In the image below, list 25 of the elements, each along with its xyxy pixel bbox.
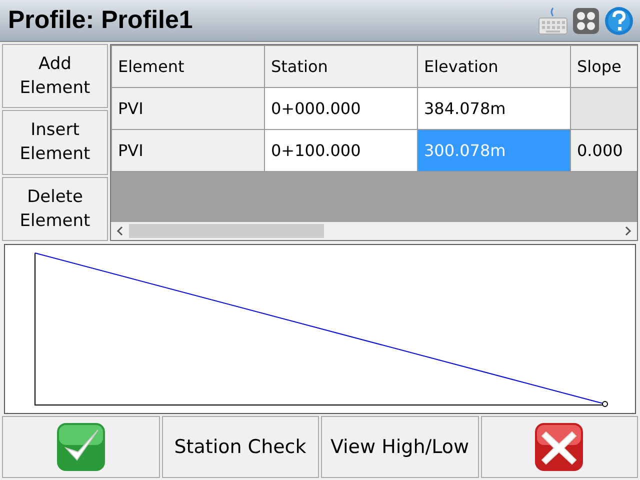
side-button[interactable]: Delete Element (2, 176, 108, 241)
help-icon[interactable] (604, 6, 634, 36)
table-cell[interactable]: PVI (112, 88, 264, 130)
column-header[interactable]: Slope (570, 46, 637, 88)
calculator-icon[interactable] (572, 6, 600, 34)
table-cell[interactable]: 384.078m (418, 88, 570, 130)
column-header[interactable]: Station (264, 46, 418, 88)
table-cell[interactable]: 0.000 (570, 130, 637, 172)
table-cell[interactable]: 0+100.000 (264, 130, 418, 172)
scroll-right-icon[interactable] (623, 226, 633, 236)
close-icon (534, 422, 584, 472)
column-header[interactable]: Elevation (418, 46, 570, 88)
side-button[interactable]: Insert Element (2, 110, 108, 175)
action-button[interactable]: View High/Low (321, 416, 478, 478)
action-button[interactable]: Station Check (162, 416, 319, 478)
table-cell[interactable]: 0+000.000 (264, 88, 418, 130)
cancel-button[interactable] (480, 416, 638, 478)
accept-button[interactable] (2, 416, 160, 478)
horizontal-scrollbar[interactable] (111, 222, 637, 240)
table-cell[interactable]: PVI (112, 130, 264, 172)
checkmark-icon (56, 422, 106, 472)
column-header[interactable]: Element (112, 46, 264, 88)
side-button[interactable]: Add Element (2, 44, 108, 108)
scroll-left-icon[interactable] (115, 226, 125, 236)
window-title: Profile: Profile1 (8, 6, 193, 35)
